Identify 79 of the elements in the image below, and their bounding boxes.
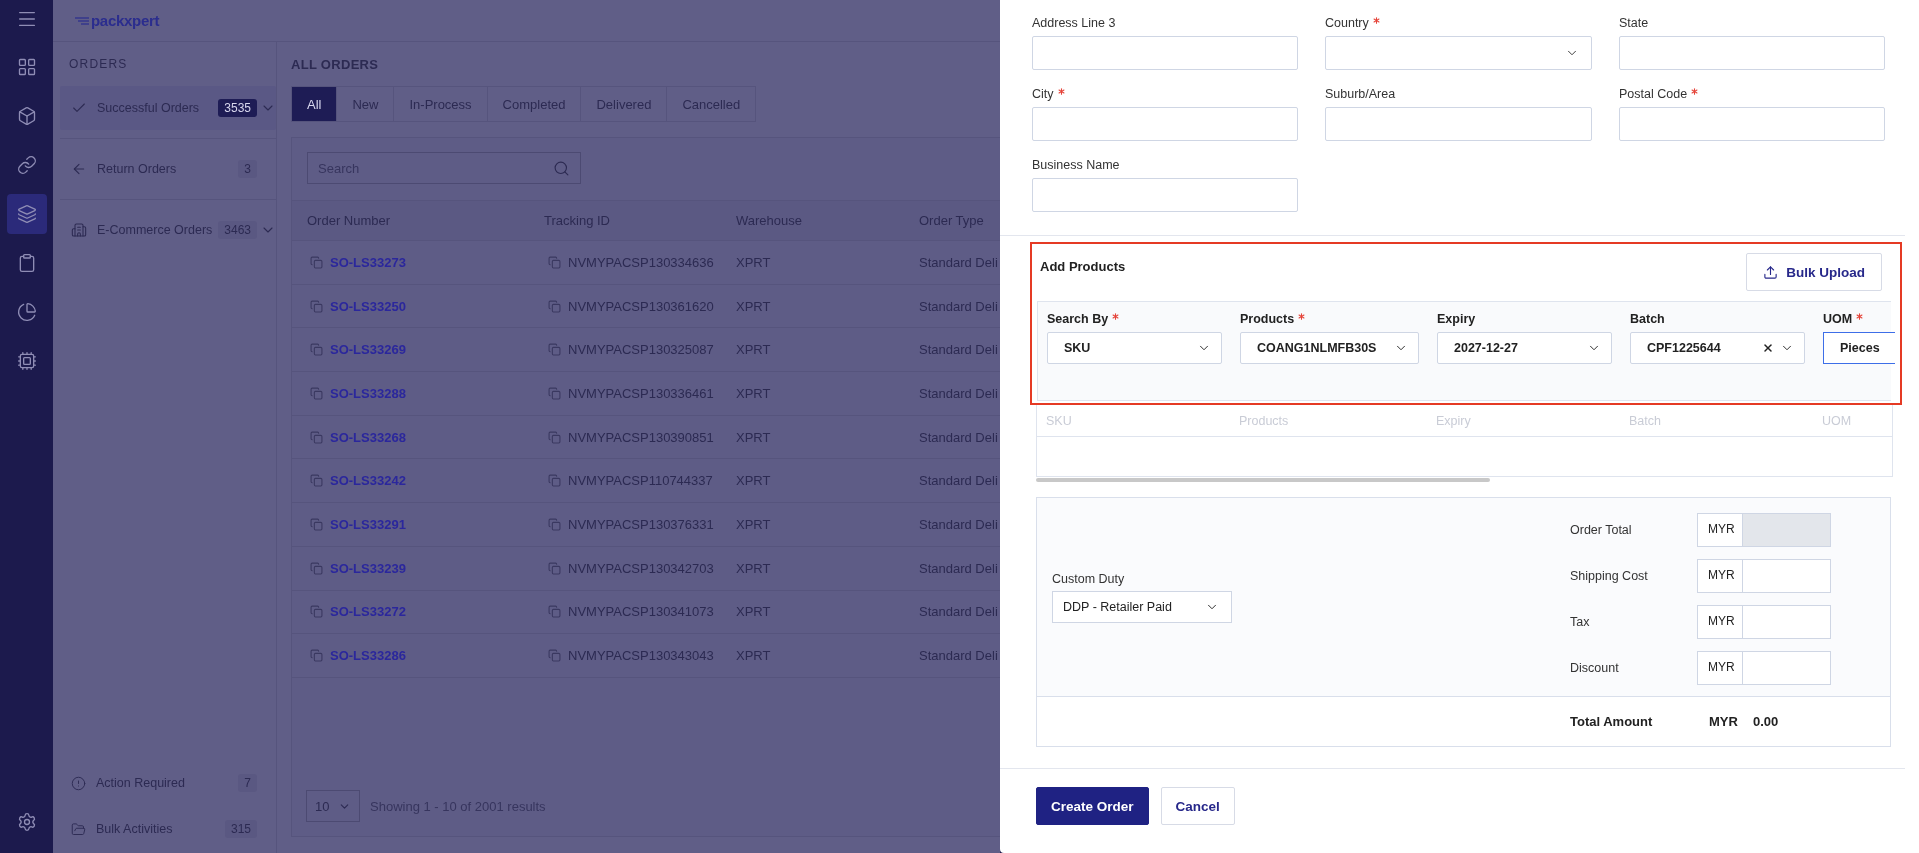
- text-field[interactable]: Pieces: [1823, 332, 1895, 364]
- link-icon: [16, 155, 37, 175]
- search-icon[interactable]: [553, 159, 570, 177]
- total-value: 0.00: [1753, 714, 1779, 729]
- copy-icon[interactable]: [310, 343, 323, 357]
- arrow-left-icon: [71, 161, 87, 177]
- layers-icon: [16, 204, 37, 224]
- pie-chart-icon: [16, 302, 37, 322]
- text-field[interactable]: [1619, 107, 1885, 141]
- copy-icon[interactable]: [310, 474, 323, 488]
- nav-button[interactable]: [6, 194, 47, 234]
- logo-icon: [75, 16, 89, 25]
- copy-icon[interactable]: [310, 605, 323, 619]
- copy-icon[interactable]: [548, 474, 561, 488]
- folder-icon: [71, 821, 86, 837]
- copy-icon[interactable]: [548, 255, 561, 269]
- create-order-button[interactable]: Create Order: [1036, 787, 1149, 825]
- amount-field[interactable]: MYR: [1697, 651, 1831, 685]
- copy-icon[interactable]: [310, 299, 323, 313]
- field-label: State: [1619, 15, 1649, 32]
- field-label: Order Total: [1570, 523, 1633, 537]
- clear-icon[interactable]: [1762, 342, 1774, 354]
- text-field[interactable]: [1032, 107, 1298, 141]
- copy-icon[interactable]: [548, 517, 561, 531]
- field-label: Discount: [1570, 661, 1620, 675]
- select-field[interactable]: DDP - Retailer Paid: [1052, 591, 1232, 623]
- cancel-button[interactable]: Cancel: [1160, 787, 1235, 825]
- copy-icon[interactable]: [310, 386, 323, 400]
- copy-icon[interactable]: [548, 561, 561, 575]
- text-field[interactable]: [1325, 107, 1592, 141]
- copy-icon[interactable]: [310, 255, 323, 269]
- settings-icon: [16, 812, 37, 832]
- building-icon: [71, 222, 87, 238]
- copy-icon[interactable]: [548, 649, 561, 663]
- copy-icon[interactable]: [548, 605, 561, 619]
- text-field[interactable]: [1032, 36, 1298, 70]
- text-field[interactable]: [1619, 36, 1885, 70]
- text-field[interactable]: [1032, 178, 1298, 212]
- select-field[interactable]: 2027-12-27: [1437, 332, 1612, 364]
- copy-icon[interactable]: [310, 430, 323, 444]
- alert-icon: [71, 775, 86, 791]
- scrollbar[interactable]: [1036, 478, 1490, 482]
- field-label: Suburb/Area: [1325, 86, 1396, 103]
- field-label: Search By: [1047, 311, 1109, 328]
- tab[interactable]: All: [291, 86, 338, 122]
- field-label: City: [1032, 86, 1054, 103]
- copy-icon[interactable]: [548, 299, 561, 313]
- select-field[interactable]: COANG1NLMFB30S: [1240, 332, 1419, 364]
- chip-icon: [16, 351, 37, 371]
- copy-icon[interactable]: [548, 386, 561, 400]
- field-label: Batch: [1630, 311, 1665, 328]
- total-label: Total Amount: [1570, 714, 1654, 729]
- field-label: Business Name: [1032, 157, 1120, 174]
- copy-icon[interactable]: [310, 649, 323, 663]
- cube-icon: [16, 106, 37, 126]
- amount-field[interactable]: MYR: [1697, 605, 1831, 639]
- bulk-upload-button[interactable]: Bulk Upload: [1746, 253, 1882, 291]
- field-label: Products: [1240, 311, 1295, 328]
- upload-icon: [1763, 264, 1779, 280]
- select-field[interactable]: [1325, 36, 1592, 70]
- section-title: Add Products: [1040, 259, 1126, 274]
- field-label: Postal Code: [1619, 86, 1688, 103]
- copy-icon[interactable]: [548, 343, 561, 357]
- select-field[interactable]: CPF1225644: [1630, 332, 1805, 364]
- field-label: Country: [1325, 15, 1369, 32]
- currency-label: MYR: [1709, 714, 1739, 729]
- field-label: Address Line 3: [1032, 15, 1116, 32]
- copy-icon[interactable]: [310, 517, 323, 531]
- grid-icon: [16, 57, 37, 77]
- field-label: Expiry: [1437, 311, 1476, 328]
- copy-icon[interactable]: [310, 561, 323, 575]
- field-label: Tax: [1570, 615, 1591, 629]
- field-label: Shipping Cost: [1570, 569, 1649, 583]
- field-label: UOM: [1823, 311, 1853, 328]
- copy-icon[interactable]: [548, 430, 561, 444]
- field-label: Custom Duty: [1052, 571, 1126, 588]
- amount-field[interactable]: MYR: [1697, 559, 1831, 593]
- count-badge: 3535: [218, 99, 257, 117]
- select-field[interactable]: SKU: [1047, 332, 1222, 364]
